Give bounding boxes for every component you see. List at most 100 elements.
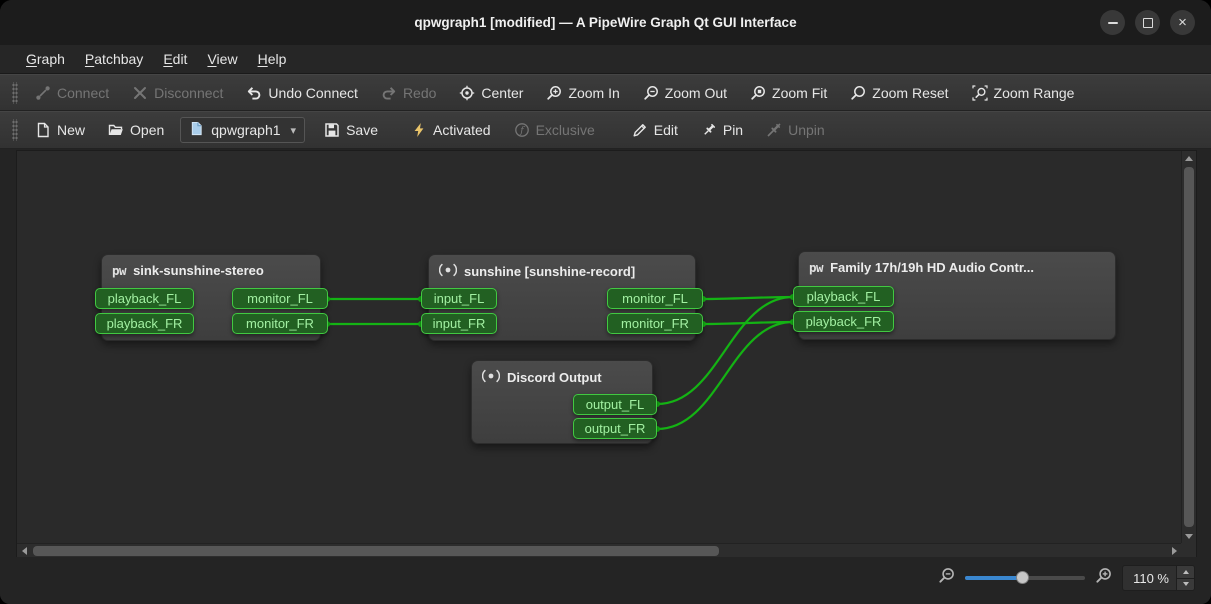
pipewire-icon: pw (809, 260, 823, 275)
open-folder-icon (108, 122, 124, 138)
zoom-slider[interactable] (965, 571, 1085, 585)
port-input-fr[interactable]: input_FR (421, 313, 497, 334)
pin-button[interactable]: Pin (694, 118, 750, 142)
port-playback-fr[interactable]: playback_FR (793, 311, 894, 332)
triangle-down-icon (1183, 582, 1189, 586)
spinbox-arrows (1176, 566, 1194, 590)
window-title: qpwgraph1 [modified] — A PipeWire Graph … (0, 0, 1211, 45)
minimize-button[interactable] (1100, 10, 1125, 35)
port-playback-fr[interactable]: playback_FR (95, 313, 194, 334)
zoom-slider-handle[interactable] (1016, 571, 1029, 584)
patchbay-profile-combo[interactable]: qpwgraph1 ▾ (180, 117, 305, 143)
spin-up-button[interactable] (1177, 566, 1194, 579)
zoom-out-icon[interactable] (938, 567, 955, 589)
unpin-button[interactable]: Unpin (759, 118, 832, 142)
port-playback-fl[interactable]: playback_FL (793, 286, 894, 307)
exclusive-icon: f (514, 122, 530, 138)
activated-button[interactable]: Activated (404, 118, 498, 142)
toolbar-drag-handle[interactable] (12, 82, 18, 104)
menu-edit[interactable]: Edit (153, 47, 197, 71)
zoom-fit-icon (750, 85, 766, 101)
titlebar: qpwgraph1 [modified] — A PipeWire Graph … (0, 0, 1211, 46)
spin-down-button[interactable] (1177, 579, 1194, 591)
port-monitor-fl[interactable]: monitor_FL (607, 288, 703, 309)
disconnect-icon (132, 85, 148, 101)
port-monitor-fl[interactable]: monitor_FL (232, 288, 328, 309)
port-output-fr[interactable]: output_FR (573, 418, 657, 439)
node-title: sunshine [sunshine-record] (464, 264, 635, 279)
scroll-down-button[interactable] (1182, 529, 1196, 543)
triangle-right-icon (1172, 547, 1177, 555)
undo-connect-label: Undo Connect (268, 85, 358, 101)
port-output-fl[interactable]: output_FL (573, 394, 657, 415)
pin-label: Pin (723, 122, 743, 138)
port-playback-fl[interactable]: playback_FL (95, 288, 194, 309)
exclusive-button[interactable]: f Exclusive (507, 118, 602, 142)
lightning-icon (411, 122, 427, 138)
menu-view[interactable]: View (197, 47, 247, 71)
undo-connect-button[interactable]: Undo Connect (239, 81, 365, 105)
close-button[interactable]: × (1170, 10, 1195, 35)
record-icon (482, 369, 500, 386)
port-input-fl[interactable]: input_FL (421, 288, 497, 309)
horizontal-scrollbar[interactable] (17, 543, 1181, 558)
center-label: Center (481, 85, 523, 101)
zoom-value: 110 % (1123, 571, 1176, 586)
save-button[interactable]: Save (317, 118, 385, 142)
new-file-icon (35, 122, 51, 138)
zoom-in-icon (546, 85, 562, 101)
triangle-down-icon (1185, 534, 1193, 539)
port-monitor-fr[interactable]: monitor_FR (607, 313, 703, 334)
menu-graph-label: G (26, 51, 37, 67)
toolbar-drag-handle[interactable] (12, 119, 18, 141)
maximize-button[interactable] (1135, 10, 1160, 35)
maximize-icon (1143, 18, 1153, 28)
connect-label: Connect (57, 85, 109, 101)
zoom-out-button[interactable]: Zoom Out (636, 81, 734, 105)
activated-label: Activated (433, 122, 491, 138)
edit-button[interactable]: Edit (625, 118, 685, 142)
menu-graph[interactable]: Graph (16, 47, 75, 71)
disconnect-button[interactable]: Disconnect (125, 81, 230, 105)
zoom-spinbox[interactable]: 110 % (1122, 565, 1195, 591)
triangle-up-icon (1185, 156, 1193, 161)
zoom-in-icon[interactable] (1095, 567, 1112, 589)
menu-edit-label: E (163, 51, 172, 67)
new-button[interactable]: New (28, 118, 92, 142)
open-button[interactable]: Open (101, 118, 171, 142)
graph-view[interactable]: pw sink-sunshine-stereo playback_FL play… (17, 151, 1181, 543)
center-button[interactable]: Center (452, 81, 530, 105)
pipewire-icon: pw (112, 263, 126, 278)
zoom-reset-button[interactable]: Zoom Reset (843, 81, 955, 105)
node-header: Discord Output (472, 361, 652, 386)
node-title: Family 17h/19h HD Audio Contr... (830, 260, 1034, 275)
minimize-icon (1108, 22, 1118, 24)
unpin-icon (766, 122, 782, 138)
redo-button[interactable]: Redo (374, 81, 443, 105)
scroll-right-button[interactable] (1167, 544, 1181, 558)
vertical-scroll-thumb[interactable] (1184, 167, 1194, 527)
graph-canvas[interactable]: pw sink-sunshine-stereo playback_FL play… (16, 150, 1197, 559)
document-icon (189, 121, 204, 139)
zoom-range-label: Zoom Range (994, 85, 1075, 101)
scroll-up-button[interactable] (1182, 151, 1196, 165)
zoom-fit-button[interactable]: Zoom Fit (743, 81, 834, 105)
scrollbar-corner (1181, 543, 1196, 558)
menu-patchbay[interactable]: Patchbay (75, 47, 153, 71)
horizontal-scroll-thumb[interactable] (33, 546, 719, 556)
app-window: qpwgraph1 [modified] — A PipeWire Graph … (0, 0, 1211, 604)
zoom-range-button[interactable]: Zoom Range (965, 81, 1082, 105)
undo-icon (246, 85, 262, 101)
menu-help[interactable]: Help (248, 47, 297, 71)
menu-view-label: V (207, 51, 216, 67)
port-monitor-fr[interactable]: monitor_FR (232, 313, 328, 334)
vertical-scrollbar[interactable] (1181, 151, 1196, 543)
zoom-reset-label: Zoom Reset (872, 85, 948, 101)
exclusive-label: Exclusive (536, 122, 595, 138)
zoom-range-icon (972, 85, 988, 101)
connect-button[interactable]: Connect (28, 81, 116, 105)
zoom-in-button[interactable]: Zoom In (539, 81, 626, 105)
scroll-left-button[interactable] (17, 544, 31, 558)
zoom-fit-label: Zoom Fit (772, 85, 827, 101)
menubar: Graph Patchbay Edit View Help (0, 45, 1211, 74)
